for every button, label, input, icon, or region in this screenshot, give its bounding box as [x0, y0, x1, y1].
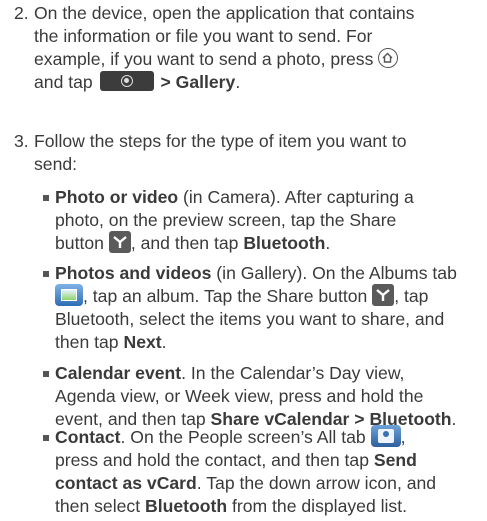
home-key-icon: [378, 48, 399, 69]
share-icon: [372, 284, 395, 307]
bullet-photo-or-video: Photo or video (in Camera). After captur…: [43, 186, 477, 255]
bullet-calendar-event: Calendar event. In the Calendar’s Day vi…: [43, 362, 477, 431]
bullet-photos-and-videos: Photos and videos (in Gallery). On the A…: [43, 262, 477, 354]
bullet-marker: [43, 271, 49, 277]
step-text: On the device, open the application that…: [34, 3, 415, 92]
step-text: Follow the steps for the type of item yo…: [34, 131, 407, 174]
bullet-marker: [43, 371, 49, 377]
albums-tab-icon: [55, 284, 83, 307]
bullet-marker: [43, 195, 49, 201]
gallery-path: > Gallery: [160, 72, 236, 92]
manual-page: 2. On the device, open the application t…: [0, 0, 487, 521]
step-number: 3.: [14, 131, 29, 151]
people-all-tab-icon: [370, 425, 401, 448]
all-apps-key-icon: [99, 71, 154, 92]
bullet-marker: [43, 435, 49, 441]
bullet-contact: Contact. On the People screen’s All tab …: [43, 425, 477, 518]
share-icon: [108, 231, 131, 254]
step-number: 2.: [14, 3, 29, 23]
